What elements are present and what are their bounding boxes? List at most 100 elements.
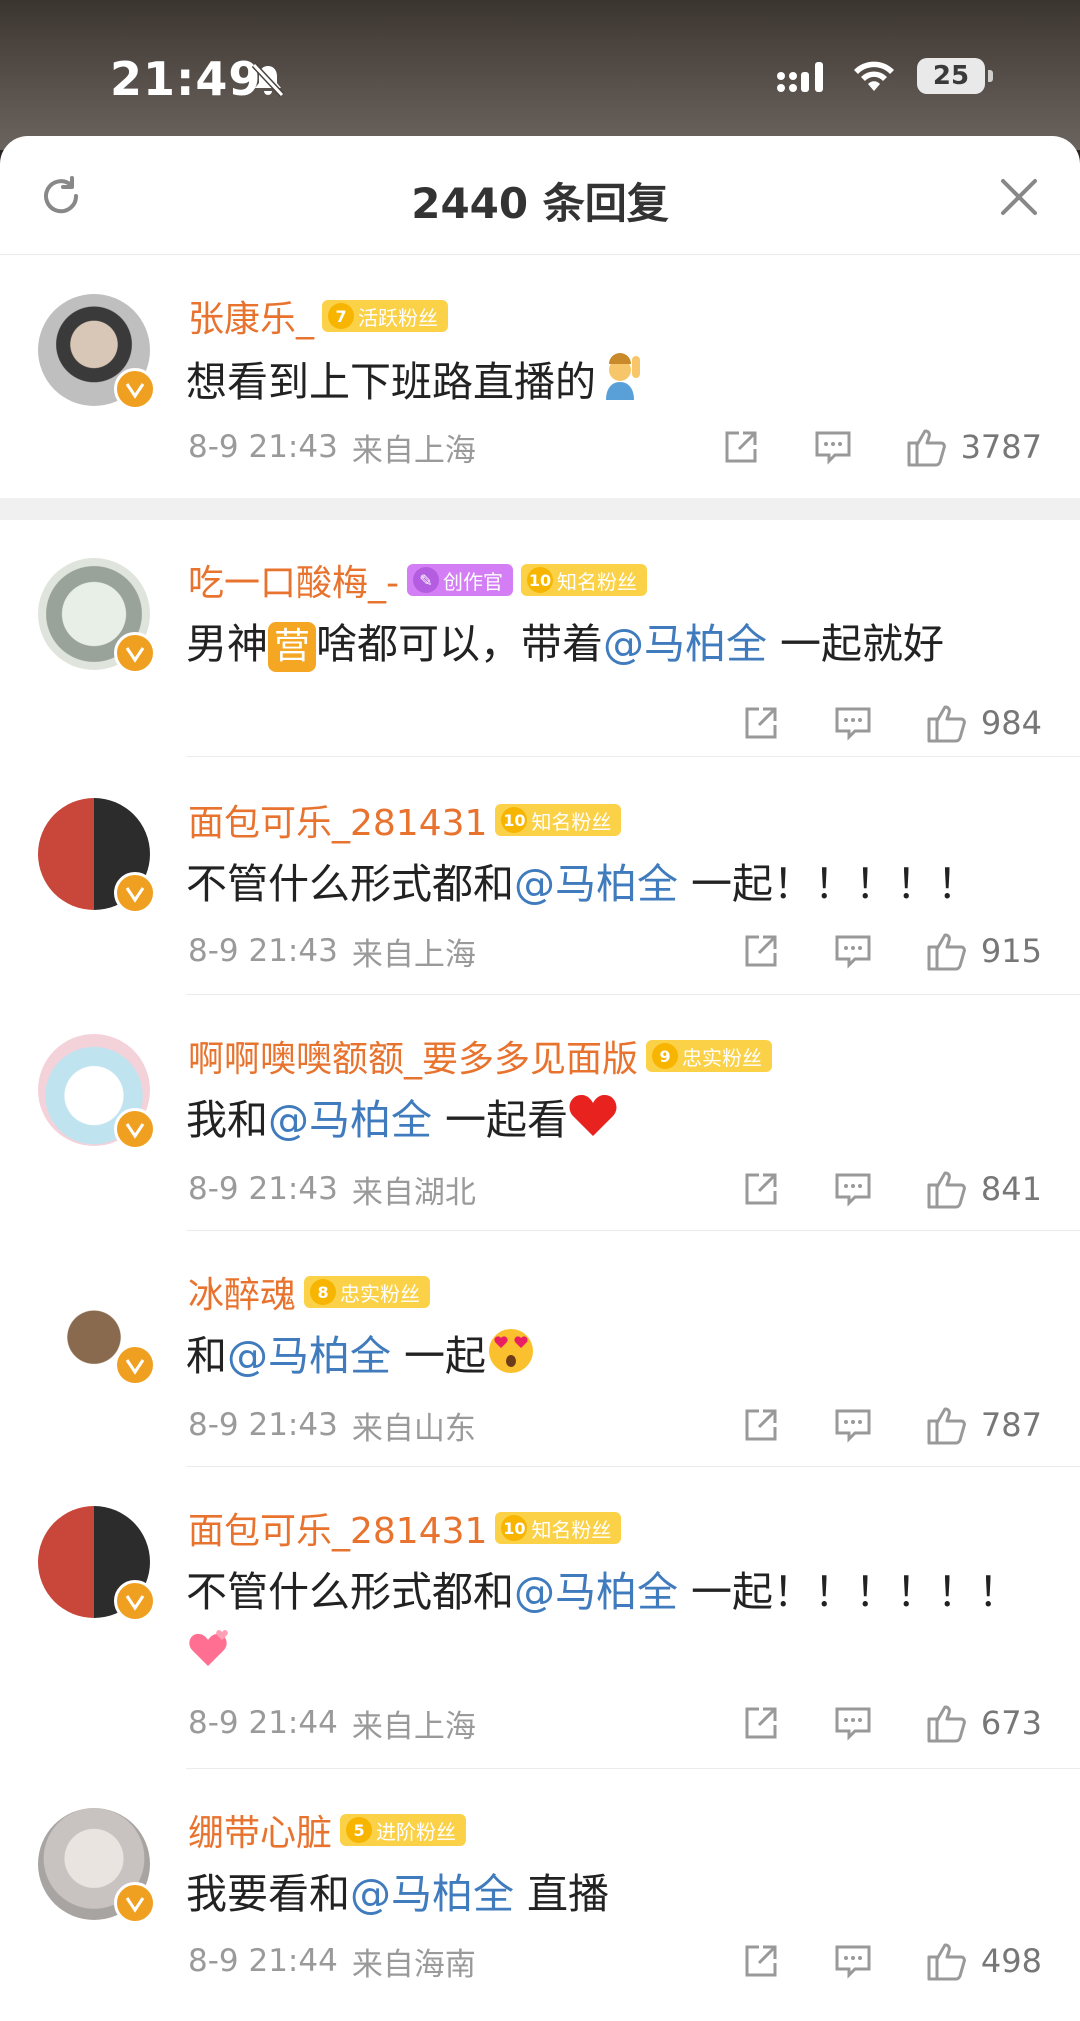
mention-link[interactable]: @马柏全 — [227, 1332, 391, 1380]
comment-text: 和@马柏全 一起 — [186, 1326, 1044, 1392]
thumbs-up-icon — [927, 933, 966, 971]
comment-icon[interactable] — [833, 1169, 873, 1209]
share-icon[interactable] — [741, 703, 781, 743]
username[interactable]: 冰醉魂 — [188, 1266, 296, 1318]
avatar[interactable] — [38, 1034, 156, 1150]
avatar[interactable] — [38, 1808, 156, 1924]
comment-text: 想看到上下班路直播的 — [186, 352, 1044, 418]
verified-icon — [114, 1108, 156, 1150]
username[interactable]: 张康乐_ — [188, 290, 314, 342]
like-button[interactable]: 3787 — [905, 425, 1042, 469]
camp-badge: 营 — [268, 622, 317, 672]
like-button[interactable]: 498 — [925, 1939, 1042, 1983]
sheet-header: 2440 条回复 — [0, 136, 1080, 255]
fan-badge: 10 知名粉丝 — [495, 1512, 622, 1544]
avatar[interactable] — [38, 798, 156, 914]
verified-icon — [114, 1580, 156, 1622]
like-button[interactable]: 673 — [925, 1701, 1042, 1745]
signal-icon — [777, 62, 823, 92]
like-button[interactable]: 984 — [925, 701, 1042, 745]
thumbs-up-icon — [927, 1943, 966, 1981]
avatar[interactable] — [38, 294, 156, 410]
like-button[interactable]: 915 — [925, 929, 1042, 973]
share-icon[interactable] — [741, 1405, 781, 1445]
comment-item[interactable]: 啊啊噢噢额额_要多多见面版 9 忠实粉丝 我和@马柏全 一起看 8-9 21:43… — [0, 994, 1080, 1230]
comment-item[interactable]: 张康乐_ 7 活跃粉丝 想看到上下班路直播的 8-9 21:43 来自上海 378… — [0, 254, 1080, 504]
comment-text: 我和@马柏全 一起看 — [186, 1090, 1044, 1154]
username[interactable]: 面包可乐_281431 — [188, 794, 487, 846]
status-bar: 21:49 25 — [0, 0, 1080, 150]
username[interactable]: 啊啊噢噢额额_要多多见面版 — [188, 1030, 638, 1082]
thumbs-up-icon — [927, 705, 966, 743]
share-icon[interactable] — [741, 1941, 781, 1981]
share-icon[interactable] — [741, 1169, 781, 1209]
like-count: 3787 — [960, 428, 1042, 466]
like-button[interactable]: 841 — [925, 1167, 1042, 1211]
comment-location: 来自湖北 — [351, 1174, 476, 1211]
verified-icon — [114, 632, 156, 674]
bell-muted-icon — [251, 62, 285, 98]
comment-item[interactable]: 吃一口酸梅_- ✎ 创作官 10 知名粉丝 男神营啥都可以，带着@马柏全 一起就好 … — [0, 520, 1080, 752]
fan-badge: 7 活跃粉丝 — [322, 300, 449, 332]
avatar[interactable] — [38, 558, 156, 674]
comment-time: 8-9 21:44 — [188, 1705, 338, 1741]
comment-item[interactable]: 面包可乐_281431 10 知名粉丝 不管什么形式都和@马柏全 一起！！！！！！… — [0, 1466, 1080, 1766]
avatar[interactable] — [38, 1270, 156, 1386]
thumbs-up-icon — [927, 1407, 966, 1445]
comment-icon[interactable] — [833, 703, 873, 743]
comment-icon[interactable] — [833, 931, 873, 971]
comment-time: 8-9 21:43 — [188, 1407, 338, 1443]
like-count: 984 — [980, 704, 1042, 742]
red-heart-emoji — [568, 1092, 618, 1154]
creator-badge: ✎ 创作官 — [407, 564, 513, 596]
comment-icon[interactable] — [833, 1703, 873, 1743]
comment-text: 不管什么形式都和@马柏全 一起！！！！！！ — [186, 1562, 1044, 1686]
comment-time: 8-9 21:43 — [188, 1171, 338, 1207]
mention-link[interactable]: @马柏全 — [514, 860, 678, 908]
like-button[interactable]: 787 — [925, 1403, 1042, 1447]
replies-sheet: 2440 条回复 张康乐_ 7 活跃粉丝 想看到上下班路直播的 8-9 21:43… — [0, 136, 1080, 2021]
fan-badge: 8 忠实粉丝 — [304, 1276, 431, 1308]
comment-time: 8-9 21:43 — [188, 429, 338, 465]
comment-text: 我要看和@马柏全 直播 — [186, 1870, 610, 1918]
comment-item[interactable]: 冰醉魂 8 忠实粉丝 和@马柏全 一起 8-9 21:43 来自山东 787 — [0, 1230, 1080, 1466]
share-icon[interactable] — [721, 427, 761, 467]
like-count: 915 — [980, 932, 1042, 970]
username[interactable]: 绷带心脏 — [188, 1804, 332, 1856]
comment-item[interactable]: 面包可乐_281431 10 知名粉丝 不管什么形式都和@马柏全 一起！！！！！ … — [0, 756, 1080, 992]
username[interactable]: 吃一口酸梅_- — [188, 554, 399, 606]
like-count: 787 — [980, 1406, 1042, 1444]
comment-icon[interactable] — [833, 1405, 873, 1445]
heart-eyes-emoji — [486, 1326, 536, 1392]
verified-icon — [114, 872, 156, 914]
person-raising-hand-emoji — [596, 352, 646, 418]
comment-location: 来自上海 — [351, 936, 476, 973]
comment-location: 来自海南 — [351, 1946, 476, 1983]
comment-location: 来自山东 — [351, 1410, 476, 1447]
mention-link[interactable]: @马柏全 — [514, 1568, 678, 1616]
comment-text: 不管什么形式都和@马柏全 一起！！！！！ — [186, 860, 979, 908]
comment-location: 来自上海 — [351, 1708, 476, 1745]
close-icon[interactable] — [998, 176, 1040, 218]
section-divider — [0, 498, 1080, 520]
comment-icon[interactable] — [833, 1941, 873, 1981]
username[interactable]: 面包可乐_281431 — [188, 1502, 487, 1554]
verified-icon — [114, 1344, 156, 1386]
battery-indicator: 25 — [917, 58, 993, 94]
thumbs-up-icon — [927, 1171, 966, 1209]
mention-link[interactable]: @马柏全 — [350, 1870, 514, 1918]
share-icon[interactable] — [741, 931, 781, 971]
comment-time: 8-9 21:44 — [188, 1943, 338, 1979]
verified-icon — [114, 1882, 156, 1924]
like-count: 498 — [980, 1942, 1042, 1980]
share-icon[interactable] — [741, 1703, 781, 1743]
comment-icon[interactable] — [813, 427, 853, 467]
mention-link[interactable]: @马柏全 — [268, 1096, 432, 1144]
like-count: 841 — [980, 1170, 1042, 1208]
page-title: 2440 条回复 — [411, 179, 669, 228]
fan-badge: 10 知名粉丝 — [521, 564, 647, 596]
like-count: 673 — [980, 1704, 1042, 1742]
mention-link[interactable]: @马柏全 — [603, 620, 767, 668]
avatar[interactable] — [38, 1506, 156, 1622]
comment-item[interactable]: 绷带心脏 5 进阶粉丝 我要看和@马柏全 直播 8-9 21:44 来自海南 49… — [0, 1768, 1080, 2004]
